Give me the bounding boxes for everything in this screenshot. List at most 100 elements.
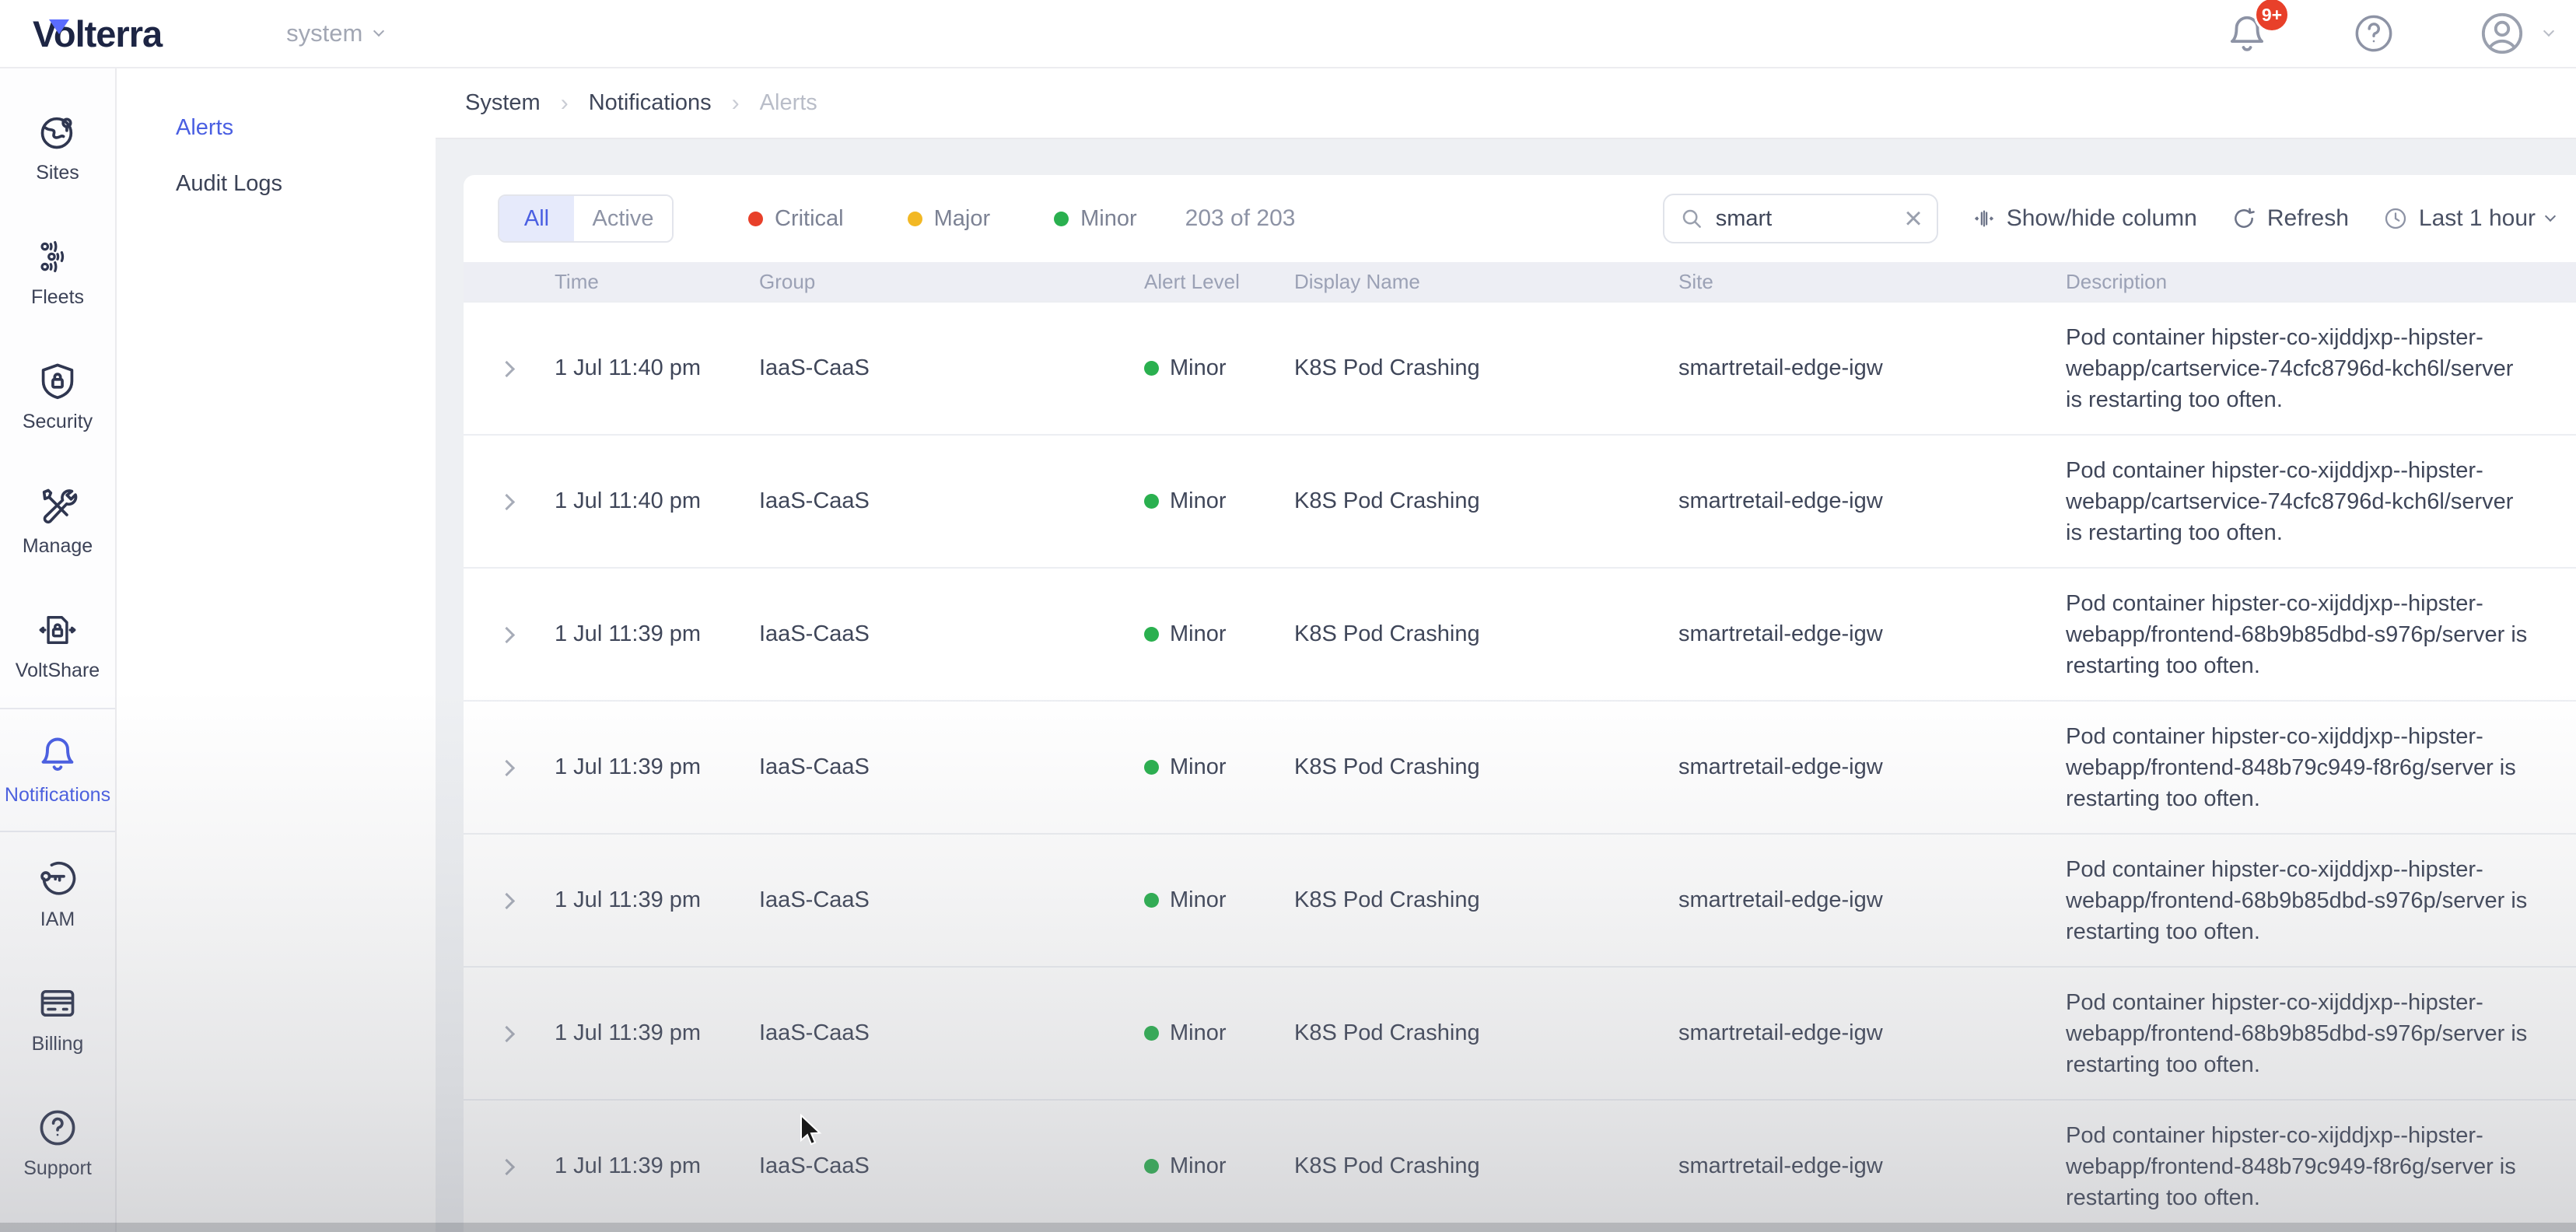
sidebar-item-label: IAM bbox=[40, 908, 75, 931]
tab-all[interactable]: All bbox=[499, 196, 574, 241]
cell-site: smartretail-edge-igw bbox=[1678, 1020, 2066, 1046]
app-root: Volterra system 9+ bbox=[0, 0, 2576, 1232]
sidebar-item-label: VoltShare bbox=[16, 660, 100, 682]
secondary-sidebar: Alerts Audit Logs bbox=[117, 68, 436, 1232]
show-hide-column-button[interactable]: Show/hide column bbox=[1972, 205, 2197, 232]
expand-row-icon[interactable] bbox=[499, 361, 515, 377]
tools-icon bbox=[37, 485, 78, 526]
expand-row-icon[interactable] bbox=[499, 627, 515, 643]
expand-row-icon[interactable] bbox=[499, 760, 515, 776]
tenant-name: system bbox=[286, 19, 362, 47]
expand-row-icon[interactable] bbox=[499, 1159, 515, 1175]
sidebar-item-label: Notifications bbox=[5, 784, 110, 807]
cell-time: 1 Jul 11:39 pm bbox=[555, 1153, 759, 1179]
time-range-select[interactable]: Last 1 hour bbox=[2383, 205, 2554, 232]
breadcrumb-system[interactable]: System bbox=[465, 90, 541, 116]
table-row[interactable]: 1 Jul 11:39 pm IaaS-CaaS Minor K8S Pod C… bbox=[464, 833, 2576, 966]
tab-active[interactable]: Active bbox=[574, 196, 672, 241]
cell-group: IaaS-CaaS bbox=[759, 1153, 1144, 1179]
sidebar-item-voltshare[interactable]: VoltShare bbox=[0, 583, 115, 708]
refresh-label: Refresh bbox=[2267, 205, 2349, 232]
sidebar-item-notifications[interactable]: Notifications bbox=[0, 708, 115, 832]
sidebar-item-iam[interactable]: IAM bbox=[0, 832, 115, 957]
time-range-label: Last 1 hour bbox=[2419, 205, 2536, 232]
cell-display-name: K8S Pod Crashing bbox=[1294, 887, 1678, 913]
cell-alert-level: Minor bbox=[1144, 887, 1294, 913]
sidebar-item-security[interactable]: Security bbox=[0, 334, 115, 459]
legend-major: Major bbox=[908, 206, 991, 232]
cell-display-name: K8S Pod Crashing bbox=[1294, 621, 1678, 647]
credit-card-icon bbox=[37, 983, 78, 1024]
cell-description: Pod container hipster-co-xijddjxp--hipst… bbox=[2066, 854, 2556, 947]
user-menu[interactable] bbox=[2480, 11, 2553, 56]
expand-row-icon[interactable] bbox=[499, 1026, 515, 1042]
minor-dot-icon bbox=[1144, 1026, 1159, 1041]
table-row[interactable]: 1 Jul 11:40 pm IaaS-CaaS Minor K8S Pod C… bbox=[464, 301, 2576, 434]
cell-description: Pod container hipster-co-xijddjxp--hipst… bbox=[2066, 588, 2556, 681]
refresh-icon bbox=[2231, 206, 2256, 231]
minor-dot-icon bbox=[1144, 893, 1159, 908]
sidebar-item-label: Fleets bbox=[31, 286, 84, 309]
sidebar-item-manage[interactable]: Manage bbox=[0, 459, 115, 583]
sidebar-item-billing[interactable]: Billing bbox=[0, 957, 115, 1081]
table-row[interactable]: 1 Jul 11:39 pm IaaS-CaaS Minor K8S Pod C… bbox=[464, 966, 2576, 1099]
notifications-bell-button[interactable]: 9+ bbox=[2226, 12, 2268, 54]
sidebar-item-label: Sites bbox=[36, 162, 79, 184]
cell-display-name: K8S Pod Crashing bbox=[1294, 488, 1678, 514]
minor-dot-icon bbox=[1144, 494, 1159, 509]
tab-label: All bbox=[524, 206, 549, 232]
clear-search-icon[interactable]: × bbox=[1904, 203, 1922, 234]
tenant-selector[interactable]: system bbox=[286, 19, 383, 47]
columns-icon bbox=[1972, 207, 1996, 230]
notification-count-badge: 9+ bbox=[2254, 0, 2290, 33]
breadcrumb-notifications[interactable]: Notifications bbox=[589, 90, 712, 116]
column-header-group[interactable]: Group bbox=[759, 270, 1144, 294]
cell-group: IaaS-CaaS bbox=[759, 355, 1144, 381]
help-icon bbox=[2354, 13, 2394, 54]
show-hide-column-label: Show/hide column bbox=[2007, 205, 2197, 232]
sidebar-item-support[interactable]: Support bbox=[0, 1081, 115, 1206]
main-area: System › Notifications › Alerts All bbox=[436, 68, 2576, 1232]
table-row[interactable]: 1 Jul 11:39 pm IaaS-CaaS Minor K8S Pod C… bbox=[464, 1099, 2576, 1232]
search-input[interactable] bbox=[1716, 206, 1892, 232]
subnav-item-audit-logs[interactable]: Audit Logs bbox=[117, 156, 436, 212]
column-header-description[interactable]: Description bbox=[2066, 270, 2576, 294]
tab-label: Active bbox=[593, 206, 654, 232]
cell-time: 1 Jul 11:40 pm bbox=[555, 355, 759, 381]
help-button[interactable] bbox=[2354, 13, 2394, 54]
cell-site: smartretail-edge-igw bbox=[1678, 355, 2066, 381]
column-header-site[interactable]: Site bbox=[1678, 270, 2066, 294]
sidebar-item-label: Billing bbox=[32, 1033, 84, 1055]
cell-time: 1 Jul 11:39 pm bbox=[555, 1020, 759, 1046]
column-header-time[interactable]: Time bbox=[555, 270, 759, 294]
top-bar: Volterra system 9+ bbox=[0, 0, 2576, 68]
table-row[interactable]: 1 Jul 11:39 pm IaaS-CaaS Minor K8S Pod C… bbox=[464, 700, 2576, 833]
cell-alert-level: Minor bbox=[1144, 1020, 1294, 1046]
major-dot-icon bbox=[908, 212, 922, 226]
column-header-alert-level[interactable]: Alert Level bbox=[1144, 270, 1294, 294]
clock-icon bbox=[2383, 206, 2408, 231]
table-row[interactable]: 1 Jul 11:39 pm IaaS-CaaS Minor K8S Pod C… bbox=[464, 567, 2576, 700]
cell-time: 1 Jul 11:39 pm bbox=[555, 621, 759, 647]
cell-site: smartretail-edge-igw bbox=[1678, 754, 2066, 780]
sidebar-item-fleets[interactable]: Fleets bbox=[0, 210, 115, 334]
minor-dot-icon bbox=[1144, 627, 1159, 642]
avatar-icon bbox=[2480, 11, 2525, 56]
legend-label: Major bbox=[934, 206, 991, 232]
table-row[interactable]: 1 Jul 11:40 pm IaaS-CaaS Minor K8S Pod C… bbox=[464, 434, 2576, 567]
search-icon bbox=[1680, 207, 1703, 230]
expand-row-icon[interactable] bbox=[499, 494, 515, 510]
table-header: Time Group Alert Level Display Name Site… bbox=[464, 262, 2576, 301]
sidebar-item-label: Manage bbox=[23, 535, 93, 558]
minor-dot-icon bbox=[1054, 212, 1069, 226]
column-header-display-name[interactable]: Display Name bbox=[1294, 270, 1678, 294]
filter-bar: All Active Critical bbox=[464, 175, 2576, 262]
refresh-button[interactable]: Refresh bbox=[2231, 205, 2349, 232]
expand-row-icon[interactable] bbox=[499, 893, 515, 909]
legend-critical: Critical bbox=[748, 206, 844, 232]
cell-display-name: K8S Pod Crashing bbox=[1294, 1153, 1678, 1179]
subnav-item-alerts[interactable]: Alerts bbox=[117, 100, 436, 156]
search-box: × bbox=[1663, 194, 1938, 243]
sidebar-item-sites[interactable]: Sites bbox=[0, 86, 115, 210]
nav-rail: Sites Fleets Security bbox=[0, 68, 117, 1232]
